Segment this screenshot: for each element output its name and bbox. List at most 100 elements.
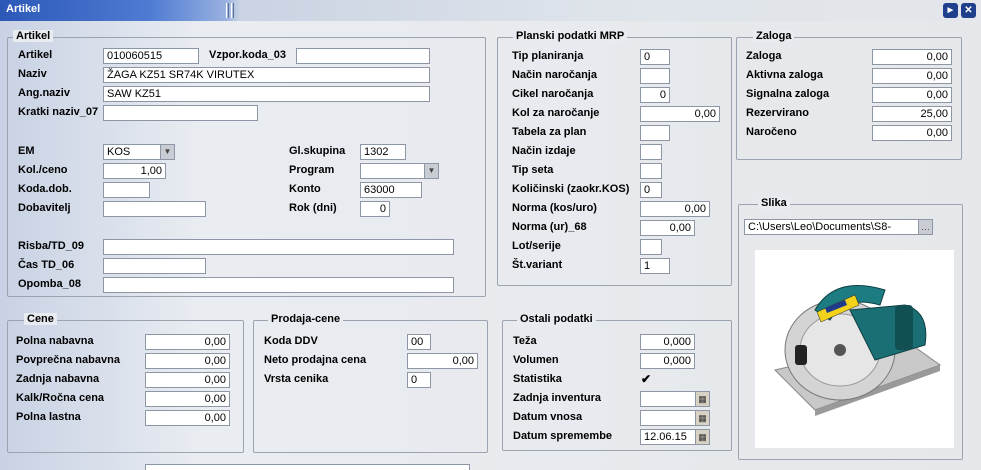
artikel-label: Artikel (18, 49, 53, 61)
povprecna-nabavna-field[interactable]: 0,00 (145, 353, 230, 369)
norma-kos-field[interactable]: 0,00 (640, 201, 710, 217)
vrsta-cenika-label: Vrsta cenika (264, 373, 329, 385)
kol-ceno-label: Kol./ceno (18, 164, 68, 176)
zaloga-field[interactable]: 0,00 (872, 49, 952, 65)
naziv-label: Naziv (18, 68, 47, 80)
em-select[interactable]: KOS ▼ (103, 144, 175, 160)
kalk-rocna-cena-field[interactable]: 0,00 (145, 391, 230, 407)
signalna-zaloga-field[interactable]: 0,00 (872, 87, 952, 103)
datum-vnosa-field[interactable]: ▦ (640, 410, 710, 426)
st-variant-label: Št.variant (512, 259, 563, 271)
norma-ur-field[interactable]: 0,00 (640, 220, 695, 236)
gl-skupina-field[interactable]: 1302 (360, 144, 406, 160)
vrsta-cenika-field[interactable]: 0 (407, 372, 431, 388)
cas-td-field[interactable] (103, 258, 206, 274)
artikel-field[interactable]: 010060515 (103, 48, 199, 64)
signalna-zaloga-label: Signalna zaloga (746, 88, 830, 100)
ostali-group-title: Ostali podatki (517, 313, 596, 325)
help-icon[interactable]: ► (943, 3, 958, 18)
cikel-narocanja-field[interactable]: 0 (640, 87, 670, 103)
vzpor-koda-label: Vzpor.koda_03 (209, 49, 287, 61)
slika-group-title: Slika (758, 197, 790, 209)
calendar-icon[interactable]: ▦ (695, 392, 709, 406)
nacin-izdaje-label: Način izdaje (512, 145, 576, 157)
zadnja-nabavna-field[interactable]: 0,00 (145, 372, 230, 388)
risba-field[interactable] (103, 239, 454, 255)
volumen-field[interactable]: 0,000 (640, 353, 695, 369)
kol-za-narocanje-field[interactable]: 0,00 (640, 106, 720, 122)
rok-label: Rok (dni) (289, 202, 337, 214)
zaloga-group-title: Zaloga (753, 30, 795, 42)
slika-path-field[interactable]: C:\Users\Leo\Documents\S8- … (744, 219, 933, 235)
statistika-checkbox[interactable]: ✔ (641, 372, 651, 386)
povprecna-nabavna-label: Povprečna nabavna (16, 354, 120, 366)
planski-group-title: Planski podatki MRP (513, 30, 628, 42)
tip-planiranja-field[interactable]: 0 (640, 49, 670, 65)
koda-dob-field[interactable] (103, 182, 150, 198)
rezervirano-field[interactable]: 25,00 (872, 106, 952, 122)
teza-field[interactable]: 0,000 (640, 334, 695, 350)
konto-label: Konto (289, 183, 321, 195)
polna-nabavna-field[interactable]: 0,00 (145, 334, 230, 350)
polna-lastna-label: Polna lastna (16, 411, 81, 423)
aktivna-zaloga-label: Aktivna zaloga (746, 69, 824, 81)
product-image (755, 250, 954, 448)
zadnja-inventura-label: Zadnja inventura (513, 392, 602, 404)
program-label: Program (289, 164, 335, 176)
zadnja-inventura-field[interactable]: ▦ (640, 391, 710, 407)
tip-seta-field[interactable] (640, 163, 662, 179)
browse-icon[interactable]: … (918, 220, 932, 234)
datum-spremembe-field[interactable]: 12.06.15 ▦ (640, 429, 710, 445)
naziv-field[interactable]: ŽAGA KZ51 SR74K VIRUTEX (103, 67, 430, 83)
nacin-izdaje-field[interactable] (640, 144, 662, 160)
em-value: KOS (107, 146, 131, 158)
lot-serije-field[interactable] (640, 239, 662, 255)
rezervirano-label: Rezervirano (746, 107, 809, 119)
norma-ur-label: Norma (ur)_68 (512, 221, 587, 233)
ang-naziv-field[interactable]: SAW KZ51 (103, 86, 430, 102)
chevron-down-icon[interactable]: ▼ (160, 145, 174, 159)
volumen-label: Volumen (513, 354, 559, 366)
kol-za-narocanje-label: Kol za naročanje (512, 107, 600, 119)
konto-field[interactable]: 63000 (360, 182, 422, 198)
circular-saw-picture (774, 285, 942, 416)
rok-field[interactable]: 0 (360, 201, 390, 217)
koda-ddv-field[interactable]: 00 (407, 334, 431, 350)
aktivna-zaloga-field[interactable]: 0,00 (872, 68, 952, 84)
naroceno-field[interactable]: 0,00 (872, 125, 952, 141)
tip-seta-label: Tip seta (512, 164, 554, 176)
zadnja-nabavna-label: Zadnja nabavna (16, 373, 100, 385)
kolicinski-field[interactable]: 0 (640, 182, 662, 198)
lot-serije-label: Lot/serije (512, 240, 561, 252)
chevron-down-icon[interactable]: ▼ (424, 164, 438, 178)
bottom-field[interactable] (145, 464, 470, 470)
nacin-narocanja-label: Način naročanja (512, 69, 597, 81)
koda-ddv-label: Koda DDV (264, 335, 318, 347)
gl-skupina-label: Gl.skupina (289, 145, 346, 157)
nacin-narocanja-field[interactable] (640, 68, 670, 84)
em-label: EM (18, 145, 35, 157)
close-icon[interactable]: ✕ (961, 3, 976, 18)
window-titlebar: Artikel ► ✕ (0, 0, 981, 21)
kratki-naziv-field[interactable] (103, 105, 258, 121)
tabela-za-plan-label: Tabela za plan (512, 126, 587, 138)
opomba-field[interactable] (103, 277, 454, 293)
dobavitelj-field[interactable] (103, 201, 206, 217)
norma-kos-label: Norma (kos/uro) (512, 202, 597, 214)
ang-naziv-label: Ang.naziv (18, 87, 70, 99)
cikel-narocanja-label: Cikel naročanja (512, 88, 594, 100)
neto-prodajna-cena-field[interactable]: 0,00 (407, 353, 478, 369)
calendar-icon[interactable]: ▦ (695, 411, 709, 425)
cas-td-label: Čas TD_06 (18, 259, 75, 271)
program-select[interactable]: ▼ (360, 163, 439, 179)
calendar-icon[interactable]: ▦ (695, 430, 709, 444)
polna-lastna-field[interactable]: 0,00 (145, 410, 230, 426)
kol-ceno-field[interactable]: 1,00 (103, 163, 166, 179)
st-variant-field[interactable]: 1 (640, 258, 670, 274)
zaloga-label: Zaloga (746, 50, 782, 62)
koda-dob-label: Koda.dob. (18, 183, 72, 195)
tabela-za-plan-field[interactable] (640, 125, 670, 141)
vzpor-koda-field[interactable] (296, 48, 430, 64)
kalk-rocna-cena-label: Kalk/Ročna cena (16, 392, 105, 404)
cene-group-title: Cene (24, 313, 57, 325)
